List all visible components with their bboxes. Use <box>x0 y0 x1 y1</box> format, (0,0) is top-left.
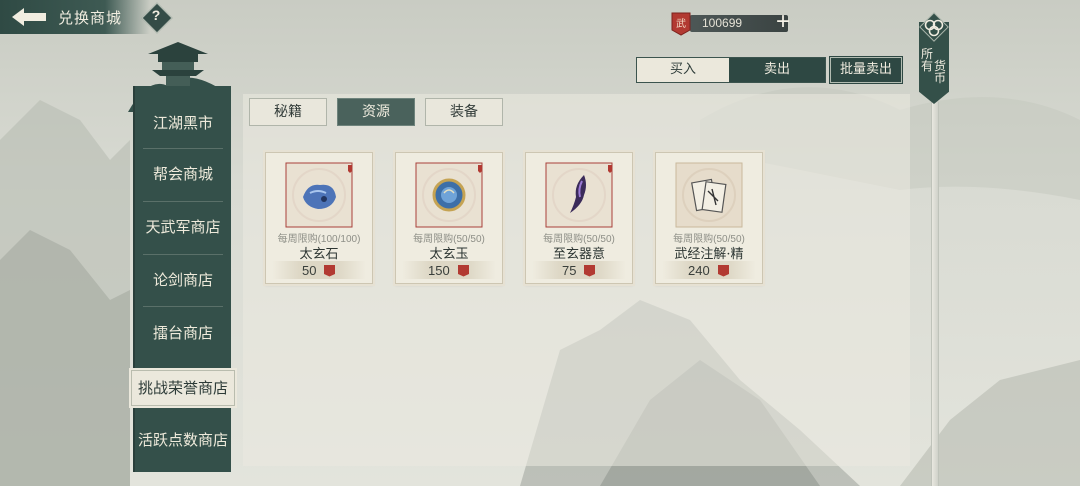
item-name: 太玄石 <box>299 247 339 262</box>
currency-seal-glyph: 武 <box>676 17 686 30</box>
item-price: 240 <box>688 263 710 278</box>
item-price: 50 <box>302 263 317 278</box>
sidebar-divider <box>143 306 223 307</box>
sidebar-item-lunjian-shop[interactable]: 论剑商店 <box>135 257 231 303</box>
item-name: 至玄器意 <box>552 247 605 262</box>
buy-tab[interactable]: 买入 <box>637 58 729 82</box>
item-frame <box>415 162 483 228</box>
currency-value: 100699 <box>702 16 743 30</box>
coin-stack-icon <box>919 12 949 42</box>
all-currency-ribbon[interactable]: 所有 货币 <box>912 6 956 486</box>
item-frame <box>545 162 613 228</box>
item-frame <box>285 162 353 228</box>
shop-sidebar: 江湖黑市 帮会商城 天武军商店 论剑商店 擂台商店 挑战荣誉商店 活跃点数商店 <box>129 86 237 472</box>
sidebar-item-arena-shop[interactable]: 擂台商店 <box>135 310 231 356</box>
item-name: 太玄玉 <box>429 247 469 262</box>
sell-tab[interactable]: 卖出 <box>729 58 825 82</box>
price-bar <box>532 261 626 279</box>
item-price: 150 <box>428 263 450 278</box>
scroll-cards-icon <box>691 178 727 213</box>
sidebar-item-honor-shop[interactable]: 挑战荣誉商店 <box>129 368 237 408</box>
ribbon-pole <box>931 102 939 486</box>
currency-seal-icon <box>458 265 469 277</box>
shop-content-panel: 秘籍 资源 装备 每周限购(100/100) 太玄石 50 每周限购(50/50… <box>243 94 910 466</box>
currency-seal-icon <box>584 265 595 277</box>
sidebar-divider <box>143 201 223 202</box>
ribbon-label-2: 货币 <box>934 59 947 85</box>
help-button[interactable]: ? <box>141 2 173 34</box>
add-currency-button[interactable]: + <box>772 10 794 34</box>
question-mark-icon: ? <box>151 7 161 23</box>
trade-mode-toggle: 买入 卖出 <box>636 57 826 83</box>
tab-equipment[interactable]: 装备 <box>425 98 503 126</box>
tab-manuals[interactable]: 秘籍 <box>249 98 327 126</box>
currency-seal-icon <box>324 265 335 277</box>
shop-item-card[interactable]: 每周限购(100/100) 太玄石 50 <box>265 152 373 284</box>
sidebar-divider <box>143 148 223 149</box>
shop-item-card[interactable]: 每周限购(50/50) 太玄玉 150 <box>395 152 503 284</box>
price-bar <box>272 261 366 279</box>
sidebar-item-tianwu-shop[interactable]: 天武军商店 <box>135 204 231 250</box>
item-frame <box>675 162 743 228</box>
jade-orb-icon <box>432 178 466 212</box>
title-bar: 兑换商城 <box>0 0 150 34</box>
bulk-sell-button[interactable]: 批量卖出 <box>829 56 903 84</box>
item-price: 75 <box>562 263 577 278</box>
sidebar-item-jianghu-blackmarket[interactable]: 江湖黑市 <box>135 100 231 146</box>
sidebar-item-activity-shop[interactable]: 活跃点数商店 <box>135 417 231 463</box>
currency-seal-icon <box>718 265 729 277</box>
shop-item-card[interactable]: 每周限购(50/50) 武经注解·精 240 <box>655 152 763 284</box>
back-button[interactable] <box>6 4 52 30</box>
sidebar-item-guild-shop[interactable]: 帮会商城 <box>135 151 231 197</box>
ribbon-label-1: 所有 <box>921 47 934 73</box>
arrow-left-icon <box>12 8 46 26</box>
currency-seal-icon: 武 <box>671 12 691 36</box>
page-title: 兑换商城 <box>58 9 123 27</box>
tab-resources[interactable]: 资源 <box>337 98 415 126</box>
item-name: 武经注解·精 <box>674 247 744 262</box>
shop-item-card[interactable]: 每周限购(50/50) 至玄器意 75 <box>525 152 633 284</box>
sidebar-divider <box>143 254 223 255</box>
